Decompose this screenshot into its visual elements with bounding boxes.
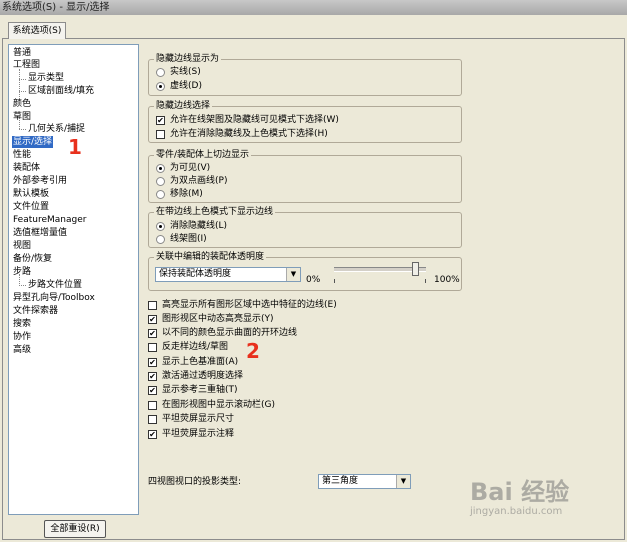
tree-connector (19, 91, 26, 92)
checkbox-icon (148, 300, 157, 310)
group-title: 隐藏边线选择 (154, 100, 213, 112)
tree-item-drawings[interactable]: 工程图 (12, 59, 41, 71)
solid-radio[interactable]: 实线(S) (156, 66, 201, 78)
allow-select-hlr-checkbox[interactable]: 允许在消除隐藏线及上色模式下选择(H) (156, 128, 328, 140)
flat-dims-checkbox[interactable]: 平坦荧屏显示尺寸 (148, 413, 234, 425)
checkbox-icon: ✔ (148, 371, 157, 381)
tree-item-featuremanager[interactable]: FeatureManager (12, 214, 87, 226)
tree-item-sketch[interactable]: 草图 (12, 111, 32, 123)
slider-tick (334, 279, 335, 283)
watermark-url: jingyan.baidu.com (470, 506, 563, 517)
checkbox-icon (148, 342, 157, 352)
radio-selected-icon (156, 81, 165, 91)
tree-item-general[interactable]: 普通 (12, 47, 32, 59)
open-edges-color-checkbox[interactable]: ✔ 以不同的颜色显示曲面的开环边线 (148, 327, 297, 339)
checkbox-icon: ✔ (148, 357, 157, 367)
highlight-edges-checkbox[interactable]: 高亮显示所有图形区域中选中特征的边线(E) (148, 299, 337, 311)
flat-notes-checkbox[interactable]: ✔ 平坦荧屏显示注释 (148, 428, 234, 440)
checkbox-icon: ✔ (148, 314, 157, 324)
tree-item-display-selection[interactable]: 显示/选择 (12, 136, 54, 148)
tree-connector (19, 129, 26, 130)
group-title: 关联中编辑的装配体透明度 (154, 251, 267, 263)
dynamic-highlight-checkbox[interactable]: ✔ 图形视区中动态高亮显示(Y) (148, 313, 274, 325)
wireframe-radio[interactable]: 线架图(I) (156, 233, 207, 245)
tree-connector (19, 79, 26, 80)
annotation-number-two: 2 (246, 339, 260, 363)
tree-item-view[interactable]: 视图 (12, 240, 32, 252)
options-tree[interactable]: 普通 工程图 显示类型 区域剖面线/填充 颜色 草图 几何关系/捕捉 显示/选择… (8, 44, 139, 515)
tree-item-file-explorer[interactable]: 文件探索器 (12, 305, 59, 317)
allow-select-wireframe-checkbox[interactable]: ✔ 允许在线架图及隐藏线可见模式下选择(W) (156, 114, 339, 126)
tree-connector (19, 69, 20, 99)
group-title: 零件/装配体上切边显示 (154, 149, 252, 161)
baidu-watermark: Bai 经验 jingyan.baidu.com (470, 478, 569, 518)
chevron-down-icon: ▼ (396, 475, 410, 488)
reset-all-button[interactable]: 全部重设(R) (44, 520, 106, 538)
tree-item-spin-increments[interactable]: 选值框增量值 (12, 227, 68, 239)
radio-icon (156, 176, 165, 186)
checkbox-icon: ✔ (148, 328, 157, 338)
tree-item-area-hatch[interactable]: 区域剖面线/填充 (27, 85, 95, 97)
tree-item-routing[interactable]: 步路 (12, 266, 32, 278)
hlr-radio[interactable]: 消除隐藏线(L) (156, 220, 227, 232)
tree-item-routing-file-locations[interactable]: 步路文件位置 (27, 279, 83, 291)
tangent-remove-radio[interactable]: 移除(M) (156, 188, 203, 200)
tree-item-assemblies[interactable]: 装配体 (12, 162, 41, 174)
projection-label: 四视图视口的投影类型: (148, 477, 242, 487)
annotation-number-one: 1 (68, 135, 82, 159)
checkbox-icon (148, 414, 157, 424)
radio-icon (156, 234, 165, 244)
slider-tick (425, 279, 426, 283)
tree-item-search[interactable]: 搜索 (12, 318, 32, 330)
window-title: 系统选项(S) - 显示/选择 (0, 0, 627, 15)
checkbox-icon (148, 400, 157, 410)
tangent-phantom-radio[interactable]: 为双点画线(P) (156, 175, 227, 187)
transparency-slider-thumb[interactable] (411, 262, 419, 276)
tree-item-external-references[interactable]: 外部参考引用 (12, 175, 68, 187)
slider-min-label: 0% (306, 275, 321, 285)
tab-system-options[interactable]: 系统选项(S) (8, 22, 66, 39)
chevron-down-icon: ▼ (286, 268, 300, 281)
radio-icon (156, 189, 165, 199)
slider-max-label: 100% (434, 275, 460, 285)
tree-item-hole-wizard-toolbox[interactable]: 异型孔向导/Toolbox (12, 292, 96, 304)
reference-triad-checkbox[interactable]: ✔ 显示参考三重轴(T) (148, 384, 238, 396)
tree-item-relations-snaps[interactable]: 几何关系/捕捉 (27, 123, 86, 135)
group-title: 在带边线上色模式下显示边线 (154, 206, 276, 218)
projection-select[interactable]: 第三角度 ▼ (318, 474, 411, 489)
radio-selected-icon (156, 163, 165, 173)
tree-item-performance[interactable]: 性能 (12, 149, 32, 161)
tree-item-colors[interactable]: 颜色 (12, 98, 32, 110)
checkbox-icon: ✔ (148, 429, 157, 439)
checkbox-empty-icon (156, 129, 165, 139)
tree-item-display-type[interactable]: 显示类型 (27, 72, 65, 84)
tree-item-advanced[interactable]: 高级 (12, 344, 32, 356)
dashed-radio[interactable]: 虚线(D) (156, 80, 202, 92)
tree-item-file-locations[interactable]: 文件位置 (12, 201, 50, 213)
shaded-planes-checkbox[interactable]: ✔ 显示上色基准面(A) (148, 356, 238, 368)
tree-item-collaboration[interactable]: 协作 (12, 331, 32, 343)
tree-item-backup-recover[interactable]: 备份/恢复 (12, 253, 53, 265)
antialias-checkbox[interactable]: 反走样边线/草图 (148, 341, 228, 353)
tangent-visible-radio[interactable]: 为可见(V) (156, 162, 210, 174)
select-through-transparency-checkbox[interactable]: ✔ 激活通过透明度选择 (148, 370, 243, 382)
radio-icon (156, 67, 165, 77)
group-title: 隐藏边线显示为 (154, 53, 222, 65)
watermark-brand: Bai 经验 (470, 478, 570, 506)
tree-item-default-templates[interactable]: 默认模板 (12, 188, 50, 200)
transparency-select[interactable]: 保持装配体透明度 ▼ (155, 267, 301, 282)
scrollbars-checkbox[interactable]: 在图形视图中显示滚动栏(G) (148, 399, 275, 411)
radio-selected-icon (156, 221, 165, 231)
tree-connector (19, 285, 26, 286)
check-icon: ✔ (156, 115, 165, 125)
checkbox-icon: ✔ (148, 385, 157, 395)
